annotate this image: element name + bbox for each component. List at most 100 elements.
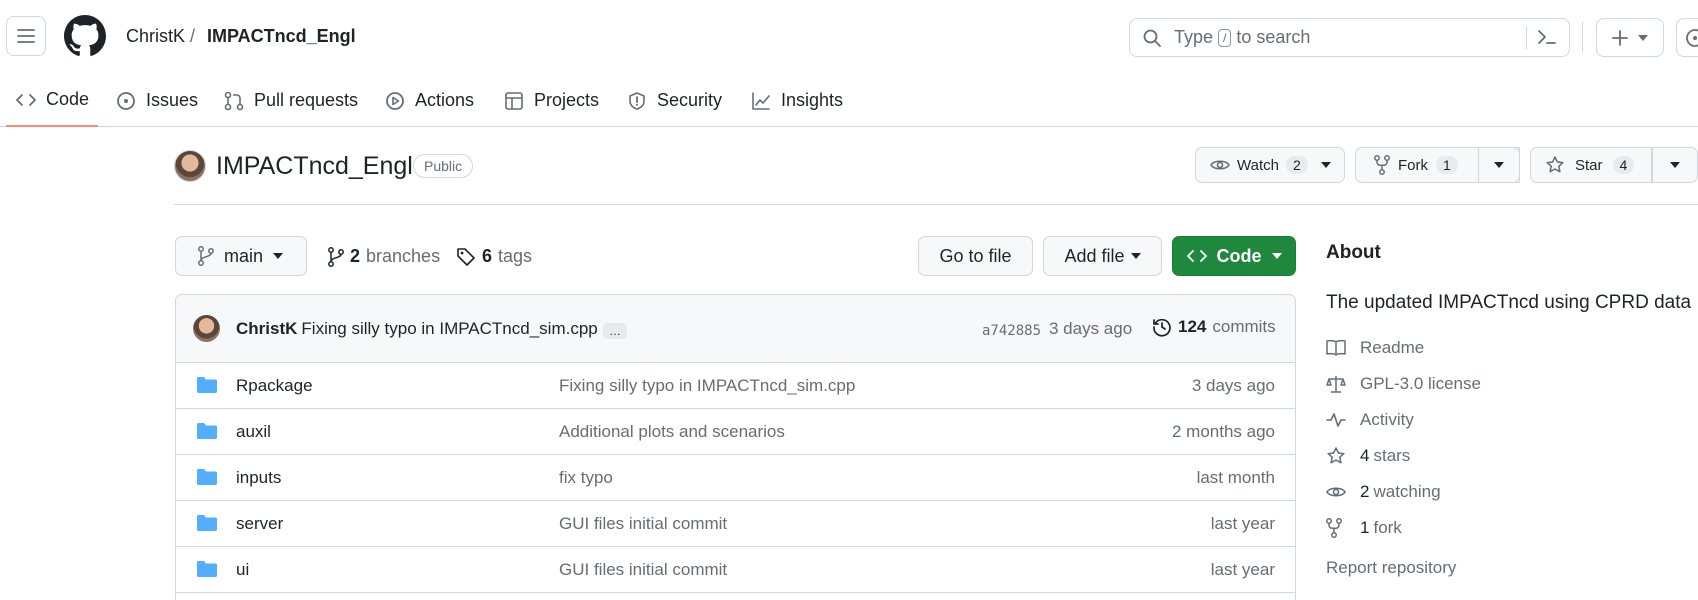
search-shortcut-key: / <box>1218 28 1232 47</box>
tags-link[interactable]: 6 tags <box>456 246 532 267</box>
folder-icon <box>197 377 217 393</box>
file-name[interactable]: ui <box>236 560 249 580</box>
tab-security[interactable]: Security <box>627 74 722 127</box>
file-table: ChristK Fixing silly typo in IMPACTncd_si… <box>175 294 1296 600</box>
code-icon <box>16 93 36 106</box>
branch-icon <box>198 246 214 266</box>
file-commit-message[interactable]: Fixing silly typo in IMPACTncd_sim.cpp <box>559 376 855 396</box>
table-row[interactable]: inputs fix typo last month <box>176 455 1295 501</box>
tab-actions[interactable]: Actions <box>385 74 474 127</box>
chevron-down-icon <box>1320 162 1331 168</box>
issue-circle-icon <box>1686 28 1698 47</box>
commit-message[interactable]: Fixing silly typo in IMPACTncd_sim.cpp <box>301 319 597 338</box>
star-button[interactable]: Star 4 <box>1530 147 1652 183</box>
command-palette-icon[interactable] <box>1537 28 1557 46</box>
folder-icon <box>197 515 217 531</box>
folder-icon <box>197 561 217 577</box>
tab-issues[interactable]: Issues <box>116 74 198 127</box>
about-description: The updated IMPACTncd using CPRD data <box>1326 292 1692 313</box>
star-count: 4 <box>1612 156 1635 174</box>
branch-icon <box>328 246 344 267</box>
repo-tabs: Code Issues Pull requests Actions Projec… <box>0 74 1698 127</box>
commit-author-avatar[interactable] <box>193 315 220 342</box>
stars-link[interactable]: 4 stars <box>1326 446 1410 466</box>
star-icon <box>1327 447 1345 464</box>
fork-icon <box>1374 155 1390 175</box>
fork-dropdown-button[interactable] <box>1478 147 1520 183</box>
commit-author[interactable]: ChristK <box>236 319 297 338</box>
breadcrumb-separator: / <box>190 26 196 46</box>
scale-icon <box>1326 376 1346 393</box>
code-icon <box>1186 250 1207 262</box>
chevron-down-icon <box>1130 253 1141 259</box>
history-icon <box>1153 318 1171 337</box>
issue-icon <box>117 91 135 110</box>
book-icon <box>1326 339 1346 356</box>
fork-count: 1 <box>1436 156 1458 174</box>
code-button[interactable]: Code <box>1172 236 1296 276</box>
table-row[interactable]: auxil Additional plots and scenarios 2 m… <box>176 409 1295 455</box>
branch-selector[interactable]: main <box>175 236 307 276</box>
hamburger-icon <box>17 29 35 43</box>
table-row[interactable]: ui GUI files initial commit last year <box>176 547 1295 593</box>
tag-icon <box>457 247 475 266</box>
repo-title[interactable]: IMPACTncd_Engl <box>216 152 413 181</box>
add-file-button[interactable]: Add file <box>1043 236 1162 276</box>
file-commit-message[interactable]: Additional plots and scenarios <box>559 422 785 442</box>
table-icon <box>505 91 523 110</box>
file-name[interactable]: Rpackage <box>236 376 313 396</box>
file-commit-time: 2 months ago <box>1171 422 1275 441</box>
create-new-button[interactable] <box>1596 18 1664 57</box>
file-name[interactable]: inputs <box>236 468 281 488</box>
tab-pull-requests[interactable]: Pull requests <box>224 74 358 127</box>
go-to-file-button[interactable]: Go to file <box>918 236 1033 276</box>
table-row[interactable]: Rpackage Fixing silly typo in IMPACTncd_… <box>176 363 1295 409</box>
tab-code[interactable]: Code <box>6 74 98 127</box>
commit-sha[interactable]: a742885 <box>982 323 1041 339</box>
branches-link[interactable]: 2 branches <box>328 246 440 267</box>
menu-button[interactable] <box>6 16 46 56</box>
graph-icon <box>752 91 770 110</box>
readme-link[interactable]: Readme <box>1326 338 1424 358</box>
file-name[interactable]: server <box>236 514 283 534</box>
breadcrumb-repo[interactable]: IMPACTncd_Engl <box>207 26 356 47</box>
tab-projects[interactable]: Projects <box>504 74 599 127</box>
file-commit-message[interactable]: GUI files initial commit <box>559 560 727 580</box>
watch-button[interactable]: Watch 2 <box>1195 147 1345 183</box>
github-logo-icon[interactable] <box>64 15 106 57</box>
pull-request-icon <box>224 91 244 110</box>
chevron-down-icon <box>1638 34 1648 41</box>
breadcrumb-owner[interactable]: ChristK <box>126 26 185 47</box>
table-row[interactable]: server GUI files initial commit last yea… <box>176 501 1295 547</box>
commit-time: 3 days ago <box>1049 319 1133 338</box>
commit-expand-button[interactable]: … <box>603 323 627 339</box>
eye-icon <box>1326 487 1346 497</box>
star-dropdown-button[interactable] <box>1652 147 1698 183</box>
file-commit-time: last month <box>1196 468 1275 487</box>
plus-icon <box>1612 29 1628 46</box>
file-name[interactable]: auxil <box>236 422 271 442</box>
license-link[interactable]: GPL-3.0 license <box>1326 374 1481 394</box>
folder-icon <box>197 469 217 485</box>
shield-icon <box>629 91 645 110</box>
commits-link[interactable]: 124 commits <box>1152 317 1276 337</box>
search-input[interactable]: Type / to search <box>1129 18 1570 57</box>
issues-button[interactable] <box>1676 18 1698 57</box>
search-placeholder-suffix: to search <box>1236 27 1311 47</box>
eye-icon <box>1210 160 1230 170</box>
about-heading: About <box>1326 242 1381 263</box>
watching-link[interactable]: 2 watching <box>1326 482 1441 502</box>
file-commit-time: last year <box>1210 514 1275 533</box>
forks-link[interactable]: 1 fork <box>1326 518 1402 538</box>
watch-count: 2 <box>1285 156 1308 174</box>
owner-avatar[interactable] <box>174 150 206 182</box>
report-repository-link[interactable]: Report repository <box>1326 558 1456 578</box>
fork-icon <box>1326 518 1342 538</box>
tab-insights[interactable]: Insights <box>751 74 843 127</box>
chevron-down-icon <box>1271 253 1282 259</box>
search-placeholder: Type <box>1174 27 1214 47</box>
star-icon <box>1546 156 1564 173</box>
file-commit-message[interactable]: fix typo <box>559 468 613 488</box>
activity-link[interactable]: Activity <box>1326 410 1414 430</box>
file-commit-message[interactable]: GUI files initial commit <box>559 514 727 534</box>
